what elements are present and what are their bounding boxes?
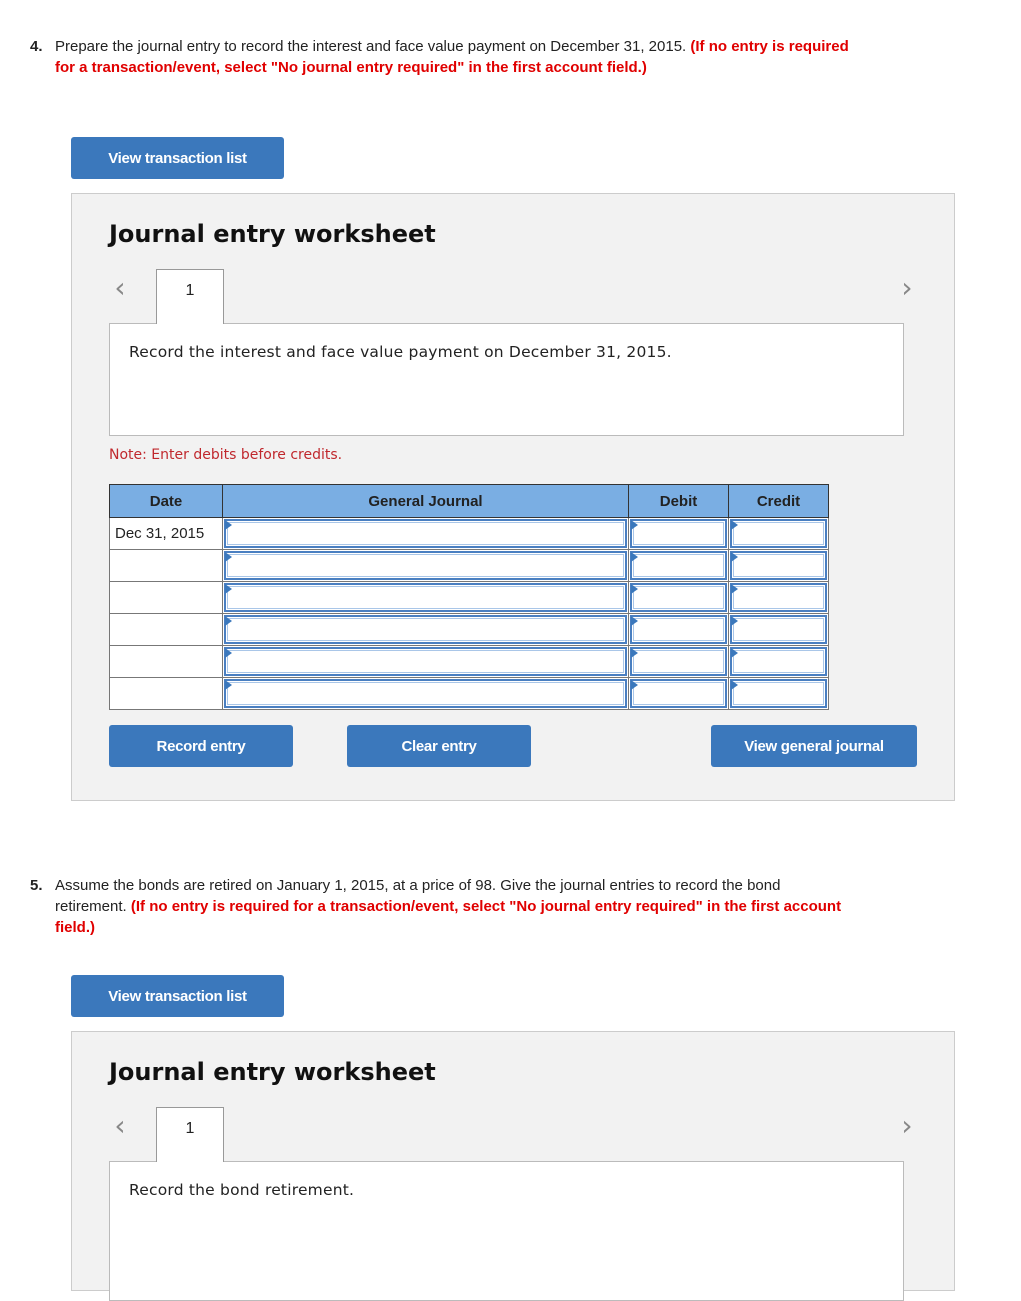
clear-entry-button[interactable]: Clear entry [347, 725, 531, 767]
note-text: Note: Enter debits before credits. [109, 447, 343, 463]
credit-field[interactable] [730, 519, 827, 548]
transaction-description-box: Record the bond retirement. [109, 1161, 904, 1301]
table-row: Dec 31, 2015 [109, 517, 829, 550]
credit-field[interactable] [730, 615, 827, 644]
view-transaction-list-button[interactable]: View transaction list [71, 137, 284, 179]
question-text: Prepare the journal entry to record the … [55, 38, 687, 55]
table-row [109, 581, 829, 614]
worksheet-title: Journal entry worksheet [109, 220, 436, 248]
date-cell [109, 581, 223, 614]
journal-entry-worksheet: Journal entry worksheet ‹ › 1 Record the… [71, 1031, 955, 1301]
debit-field[interactable] [630, 679, 727, 708]
table-header-row: Date General Journal Debit Credit [109, 484, 829, 518]
debit-field[interactable] [630, 551, 727, 580]
account-field[interactable] [224, 679, 627, 708]
question-number: 4. [30, 38, 43, 55]
account-field[interactable] [224, 519, 627, 548]
question-4: 4. Prepare the journal entry to record t… [30, 36, 850, 76]
debit-field[interactable] [630, 615, 727, 644]
worksheet-title: Journal entry worksheet [109, 1058, 436, 1086]
header-credit: Credit [728, 484, 829, 518]
header-general-journal: General Journal [222, 484, 629, 518]
debit-field[interactable] [630, 583, 727, 612]
date-cell: Dec 31, 2015 [109, 517, 223, 550]
tab-label: 1 [185, 282, 195, 299]
chevron-left-icon[interactable]: ‹ [110, 274, 130, 302]
table-row [109, 549, 829, 582]
credit-field[interactable] [730, 647, 827, 676]
question-5: 5. Assume the bonds are retired on Janua… [30, 875, 850, 936]
transaction-description: Record the interest and face value payme… [129, 343, 672, 361]
header-debit: Debit [628, 484, 729, 518]
table-row [109, 677, 829, 710]
date-cell [109, 549, 223, 582]
header-date: Date [109, 484, 223, 518]
table-row [109, 613, 829, 646]
date-cell [109, 613, 223, 646]
chevron-left-icon[interactable]: ‹ [110, 1112, 130, 1140]
transaction-description-box: Record the interest and face value payme… [109, 323, 904, 436]
account-field[interactable] [224, 647, 627, 676]
date-cell [109, 645, 223, 678]
chevron-right-icon[interactable]: › [897, 1112, 917, 1140]
record-entry-button[interactable]: Record entry [109, 725, 293, 767]
date-cell [109, 677, 223, 710]
question-number: 5. [30, 877, 43, 894]
debit-field[interactable] [630, 519, 727, 548]
tab-1[interactable]: 1 [156, 1107, 224, 1162]
journal-table: Date General Journal Debit Credit Dec 31… [109, 484, 829, 710]
account-field[interactable] [224, 583, 627, 612]
question-instruction: (If no entry is required for a transacti… [55, 898, 842, 936]
transaction-description: Record the bond retirement. [129, 1181, 355, 1199]
credit-field[interactable] [730, 551, 827, 580]
credit-field[interactable] [730, 679, 827, 708]
view-transaction-list-button[interactable]: View transaction list [71, 975, 284, 1017]
view-general-journal-button[interactable]: View general journal [711, 725, 917, 767]
chevron-right-icon[interactable]: › [897, 274, 917, 302]
journal-entry-worksheet: Journal entry worksheet ‹ › 1 Record the… [71, 193, 955, 801]
account-field[interactable] [224, 615, 627, 644]
account-field[interactable] [224, 551, 627, 580]
tab-1[interactable]: 1 [156, 269, 224, 324]
debit-field[interactable] [630, 647, 727, 676]
tab-label: 1 [185, 1120, 195, 1137]
table-row [109, 645, 829, 678]
credit-field[interactable] [730, 583, 827, 612]
